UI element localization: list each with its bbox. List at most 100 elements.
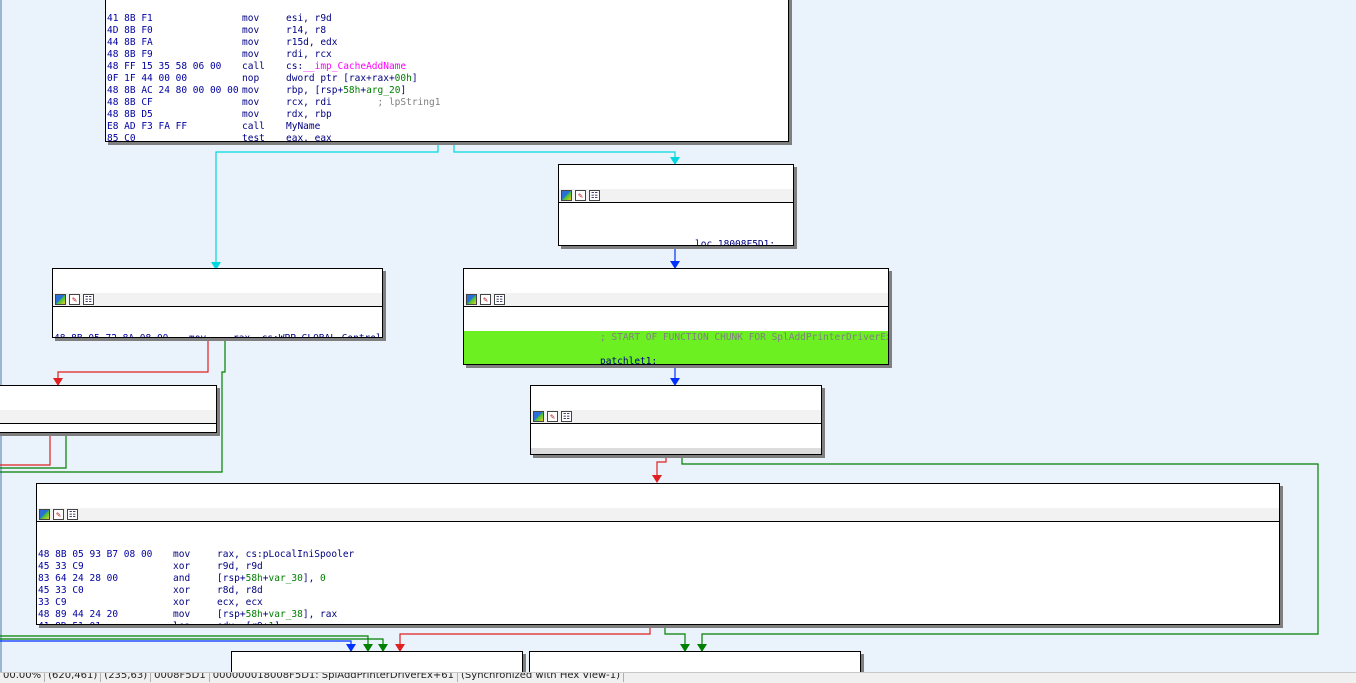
mnemonic: mov [242,25,260,36]
mnemonic: mov [173,609,191,620]
code-block-trampoline-return[interactable]: ✎ ☷ trampoline_return1_0:85 DBtestebx, e… [530,385,822,455]
operand[interactable]: esi, r9d [286,13,332,25]
opcode-bytes: E8 AD F3 FA FF [107,121,188,132]
status-sync: (Synchronized with Hex View-1) [458,673,625,682]
block-header: ✎ ☷ [464,293,888,307]
mnemonic: lea [173,621,190,624]
operand[interactable]: MyName [286,121,320,133]
graph-overview-icon[interactable]: ☷ [67,509,78,520]
operand[interactable]: dword ptr [rax+rax+00h] [286,73,418,85]
graph-overview-icon[interactable]: ☷ [494,294,505,305]
status-address: 000000018008F5D1: SplAddPrinterDriverEx+… [210,673,459,682]
color-palette-icon[interactable] [561,190,572,201]
mnemonic: mov [189,333,206,337]
rename-pen-icon[interactable]: ✎ [69,294,80,305]
graph-overview-icon[interactable]: ☷ [83,294,94,305]
code-block-body: 48 8B 05 93 B7 08 00 mov rax, cs:pLocalIni… [37,546,1279,624]
edge-test-false [0,432,51,466]
operand[interactable]: eax, eax [286,133,332,141]
color-palette-icon[interactable] [55,294,66,305]
mnemonic: call [242,61,265,72]
operand[interactable]: r8d, r8d [217,585,263,597]
opcode-bytes: 48 8B AC 24 80 00 00 00 [107,85,239,96]
block-header [0,410,216,424]
code-block-body: 41 8B F1 mov esi, r9d 4D 8B F0 mov r14, r8 44 … [106,13,788,142]
edge-top-to-wpp [215,141,439,268]
operand[interactable]: rdx, rbp [286,109,332,121]
rename-pen-icon[interactable]: ✎ [480,294,491,305]
opcode-bytes: 48 8B F9 [107,49,153,60]
edge-validate-false [399,624,651,651]
mnemonic: mov [242,49,260,60]
mnemonic: xor [173,597,191,608]
rename-pen-icon[interactable]: ✎ [547,411,558,422]
opcode-bytes: 45 33 C9 [38,561,84,572]
status-graph-pos: (235,63) [101,673,152,682]
operand[interactable]: r9d, r9d [217,561,263,573]
opcode-bytes: 48 8B CF [107,97,153,108]
operand[interactable]: rdi, rcx [286,49,332,61]
color-palette-icon[interactable] [466,294,477,305]
opcode-bytes: 0F 1F 44 00 00 [107,73,188,84]
function-chunk-comment: ; START OF FUNCTION CHUNK FOR SplAddPrin… [600,332,889,343]
operand[interactable]: rax, cs:WPP_GLOBAL_Control [233,333,382,337]
operand[interactable]: r14, r8 [286,25,326,37]
graph-view[interactable]: 41 8B F1 mov esi, r9d 4D 8B F0 mov r14, r8 44 … [0,0,1356,682]
mnemonic: nop [242,73,260,84]
opcode-bytes: 85 C0 [107,133,136,142]
opcode-bytes: 48 8B 05 72 8A 08 00 [54,333,168,337]
opcode-bytes: 48 89 44 24 20 [38,609,119,620]
graph-overview-icon[interactable]: ☷ [589,190,600,201]
block-header: ✎ ☷ [531,410,821,424]
status-bar: 00.00% (620,461) (235,63) 0008F5D1 000000018… [0,672,1356,683]
mnemonic: call [242,121,265,132]
opcode-bytes: 83 64 24 28 00 [38,573,119,584]
mnemonic: mov [173,549,191,560]
code-block-patchlet1[interactable]: ✎ ☷ ; START OF FUNCTION CHUNK FOR SplAdd… [463,268,889,365]
graph-overview-icon[interactable]: ☷ [561,411,572,422]
operand[interactable]: rcx, rdi ; lpString1 [286,97,440,109]
block-header: ✎ ☷ [559,189,793,203]
operand[interactable]: [rsp+58h+var_30], 0 [217,573,326,585]
code-block-wpp-check[interactable]: ✎ ☷ 48 8B 05 72 8A 08 00 mov rax, cs:WPP_G… [52,268,383,338]
mnemonic: mov [242,97,260,108]
status-zoom: 00.00% [0,673,46,682]
mnemonic: and [173,573,191,584]
status-offset: 0008F5D1 [151,673,210,682]
location-label[interactable]: patchlet1: [600,356,657,364]
code-block-loc-18008f5d1[interactable]: ✎ ☷ loc_18008F5D1:0F BA E6 0Fbtesi, 0FhB… [558,164,794,246]
operand[interactable]: r15d, edx [286,37,337,49]
code-block-body: loc_18008F5D1:0F BA E6 0Fbtesi, 0FhBB 00… [559,227,793,245]
operand[interactable]: ecx, ecx [217,597,263,609]
color-palette-icon[interactable] [533,411,544,422]
code-block-top[interactable]: 41 8B F1 mov esi, r9d 4D 8B F0 mov r14, r8 44 … [105,0,789,142]
color-palette-icon[interactable] [39,509,50,520]
opcode-bytes: 48 8B D5 [107,109,153,120]
rename-pen-icon[interactable]: ✎ [575,190,586,201]
mnemonic: mov [242,109,260,120]
operand[interactable]: cs:__imp_CacheAddName [286,61,406,73]
mnemonic: mov [242,13,260,24]
rename-pen-icon[interactable]: ✎ [53,509,64,520]
operand[interactable]: rax, cs:pLocalIniSpooler [217,549,354,561]
edge-top-to-loc5d1 [453,141,676,164]
mnemonic: mov [242,37,260,48]
block-header: ✎ ☷ [37,508,1279,522]
code-block-validate-access[interactable]: ✎ ☷ 48 8B 05 93 B7 08 00 mov rax, cs:pLoca… [36,483,1280,625]
code-block-test-flags[interactable]: testbyte ptr [rax+44h], 10hjzshort loc_1… [0,385,217,433]
mnemonic: test [242,133,265,142]
opcode-bytes: 41 8D 51 01 [38,621,101,624]
status-mouse-pos: (620,461) [45,673,102,682]
operand[interactable]: rbp, [rsp+58h+arg_20] [286,85,406,97]
mnemonic: xor [173,585,191,596]
opcode-bytes: 48 8B 05 93 B7 08 00 [38,549,153,560]
mnemonic: mov [242,85,260,96]
edge-test-true [0,432,67,469]
code-block-body: ; START OF FUNCTION CHUNK FOR SplAddPrin… [464,331,889,364]
location-label[interactable]: loc_18008F5D1: [695,239,775,245]
operand[interactable]: edx, [r9+1] [217,621,280,624]
mnemonic: xor [173,561,191,572]
edge-wpp-to-test [57,337,209,385]
operand[interactable]: [rsp+58h+var_38], rax [217,609,337,621]
opcode-bytes: 44 8B FA [107,37,153,48]
